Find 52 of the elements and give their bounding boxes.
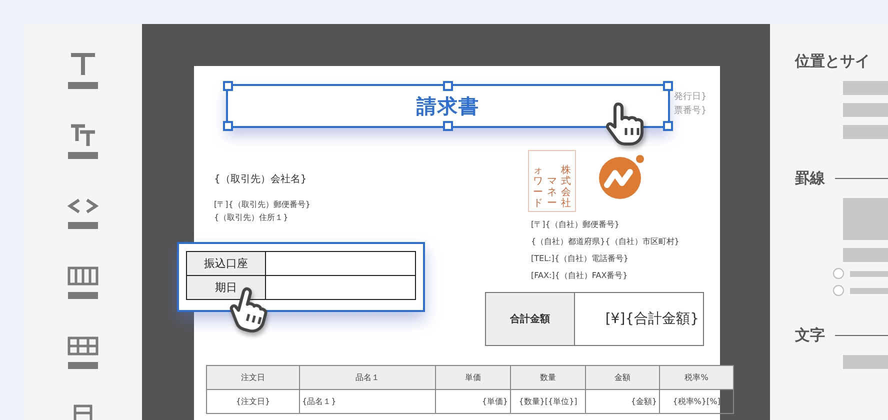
column-header: 品名１	[300, 366, 436, 390]
column-header: 数量	[510, 366, 586, 390]
resize-handle[interactable]	[663, 121, 673, 131]
input-field[interactable]	[843, 81, 888, 95]
column-header: 金額	[586, 366, 660, 390]
column-header: 注文日	[206, 366, 300, 390]
table-cell: {税率%}[%]	[660, 390, 734, 414]
column-header: 税率%	[660, 366, 734, 390]
table-cell: {注文日}	[206, 390, 300, 414]
section-title: 位置とサイ	[795, 52, 870, 71]
seal-text: 株式会社	[561, 165, 571, 209]
issue-field-text: 発行日}	[674, 91, 707, 104]
resize-handle[interactable]	[223, 121, 233, 131]
resize-handle[interactable]	[443, 81, 453, 91]
input-field[interactable]	[843, 198, 888, 240]
seal-text: マネー	[547, 176, 557, 209]
input-field[interactable]	[843, 248, 888, 262]
section-title: 罫線	[795, 169, 825, 188]
client-address-line: {（取引先）住所１}	[214, 212, 290, 224]
resize-handle[interactable]	[663, 81, 673, 91]
table-cell: {数量}[{単位}]	[510, 390, 586, 414]
title-text-block[interactable]: 請求書	[226, 84, 670, 128]
resize-handle[interactable]	[223, 81, 233, 91]
issuer-address-line: [〒]{（自社）郵便番号}	[531, 219, 620, 231]
client-company-name: {（取引先）会社名}	[214, 172, 308, 186]
issuer-address-line: [TEL:]{（自社）電話番号}	[531, 253, 630, 265]
hand-cursor-icon	[604, 100, 646, 148]
radio-button[interactable]	[833, 268, 844, 279]
column-header: 単価	[436, 366, 510, 390]
label-placeholder	[850, 270, 888, 276]
seal-text: ォワード	[533, 165, 543, 209]
input-field[interactable]	[843, 103, 888, 117]
table-cell: {単価}	[436, 390, 510, 414]
logo-icon	[598, 154, 646, 200]
issuer-address-line: [FAX:]{（自社）FAX番号}	[531, 270, 629, 282]
section-title: 文字	[795, 326, 825, 345]
label-placeholder	[850, 288, 888, 294]
table-cell: 合計金額	[486, 292, 574, 346]
table-cell: [¥]{合計金額}	[574, 292, 704, 346]
issue-field-text: 票番号}	[674, 104, 707, 118]
radio-button[interactable]	[833, 285, 844, 296]
table-cell: 期日	[186, 276, 266, 300]
table-cell: {品名１}	[300, 390, 436, 414]
input-field[interactable]	[843, 125, 888, 139]
client-address-line: [〒]{（取引先）郵便番号}	[214, 199, 310, 211]
issuer-address-line: {（自社）都道府県}{（自社）市区町村}	[531, 236, 680, 248]
table-cell: {金額}	[586, 390, 660, 414]
table-cell: 振込口座	[186, 252, 266, 276]
bank-table-block[interactable]: 振込口座 期日	[177, 242, 425, 312]
invoice-title: 請求書	[416, 92, 480, 120]
resize-handle[interactable]	[443, 121, 453, 131]
input-field[interactable]	[843, 355, 888, 369]
